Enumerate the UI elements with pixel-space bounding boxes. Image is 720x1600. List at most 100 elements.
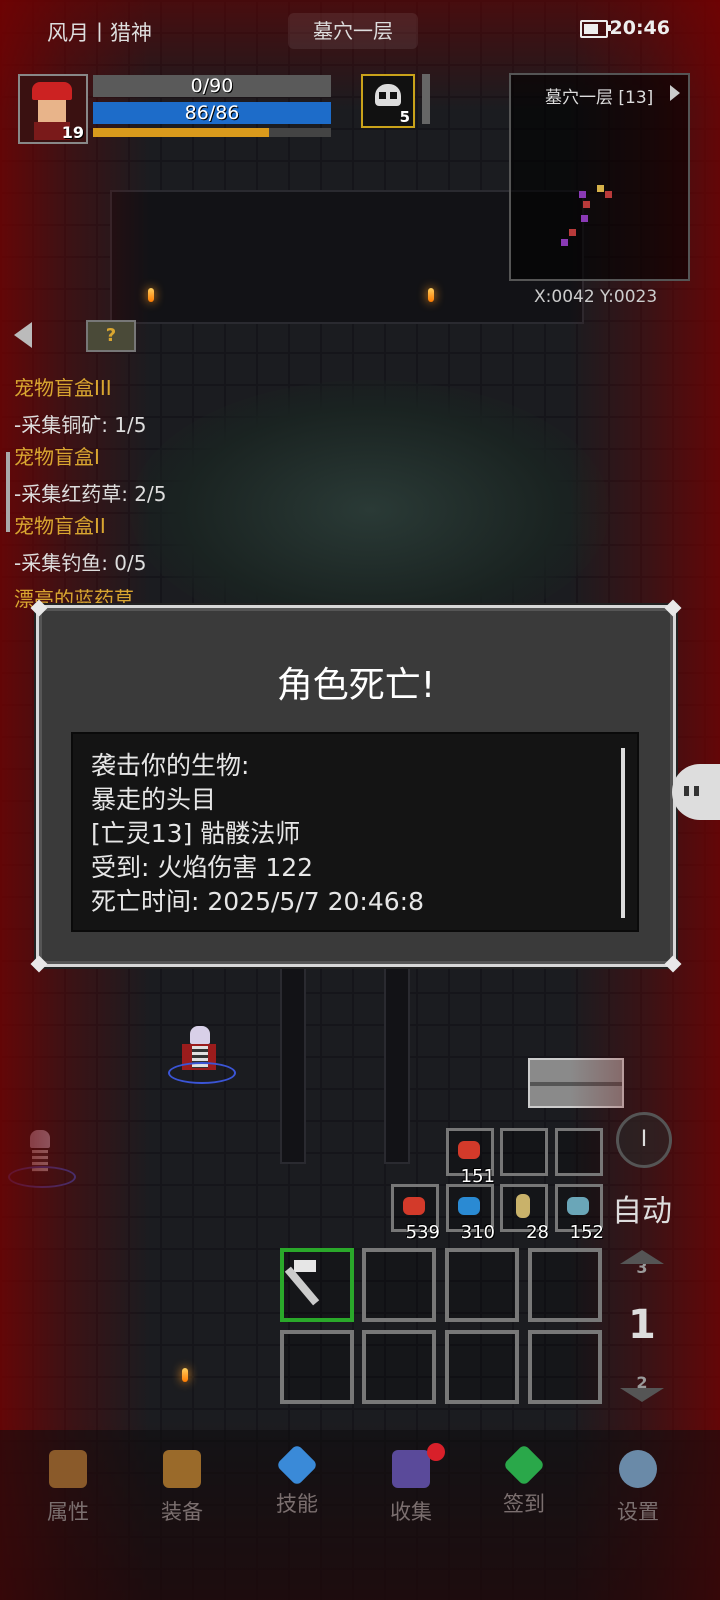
refresh-button[interactable]: I (616, 1112, 672, 1168)
minimap-title: 墓穴一层 [13] (545, 88, 654, 108)
quest-scrollbar[interactable] (6, 452, 10, 532)
nav-label: 设置 (617, 1500, 659, 1524)
minimap[interactable]: 墓穴一层 [13] (509, 73, 690, 281)
status-bar: 风月丨猎神 墓穴一层 20:46 (0, 0, 720, 60)
skill-slot[interactable] (445, 1330, 519, 1404)
equipped-tool-slot[interactable] (280, 1248, 354, 1322)
chat-side-button[interactable] (672, 764, 720, 820)
quick-slot[interactable]: 151 (446, 1128, 495, 1187)
nav-label: 收集 (390, 1500, 432, 1524)
nav-checkin[interactable]: 签到 (484, 1443, 564, 1518)
pet-hp-bar (422, 74, 430, 124)
quest-title: 宠物盲盒I (14, 445, 100, 469)
minimap-marker (583, 201, 590, 208)
player-coords: X:0042 Y:0023 (534, 287, 658, 307)
minimap-marker (597, 185, 604, 192)
server-name: 风月丨猎神 (47, 21, 152, 45)
item-count: 152 (569, 1222, 604, 1243)
xp-bar (93, 128, 331, 137)
quick-slot[interactable]: 152 (555, 1184, 604, 1243)
nav-label: 属性 (47, 1500, 89, 1524)
notification-badge (427, 1443, 445, 1461)
battery-icon (580, 20, 611, 38)
pickaxe-icon (294, 1260, 316, 1272)
fish-icon (567, 1197, 589, 1215)
pickaxe-handle (284, 1266, 320, 1306)
auto-button[interactable]: 自动 (612, 1186, 672, 1230)
death-dialog[interactable]: 角色死亡! 袭击你的生物: 暴走的头目 [亡灵13] 骷髅法师 受到: 火焰伤害… (30, 599, 682, 973)
nav-settings[interactable]: 设置 (598, 1450, 678, 1526)
skeleton-mage-enemy[interactable] (168, 1026, 236, 1086)
item-count: 310 (460, 1222, 495, 1243)
blue-fish-icon (458, 1197, 480, 1215)
skill-slot[interactable] (362, 1248, 436, 1322)
quest-collapse-icon[interactable] (14, 322, 32, 348)
bag-icon (163, 1450, 201, 1488)
skill-slot[interactable] (445, 1248, 519, 1322)
nav-label: 签到 (503, 1492, 545, 1516)
red-meat-icon (458, 1141, 480, 1159)
dungeon-wall (384, 960, 410, 1164)
death-details[interactable]: 袭击你的生物: 暴走的头目 [亡灵13] 骷髅法师 受到: 火焰伤害 122 死… (71, 732, 639, 932)
torch (182, 1368, 188, 1382)
death-line: 暴走的头目 (91, 785, 217, 814)
nav-collection[interactable]: 收集 (371, 1450, 451, 1526)
player-avatar[interactable]: 19 (18, 74, 88, 144)
item-count: 28 (526, 1222, 549, 1243)
quest-title: 宠物盲盒III (14, 376, 112, 400)
book-icon (392, 1450, 430, 1488)
minimap-expand-icon[interactable] (670, 85, 680, 101)
nav-equipment[interactable]: 装备 (142, 1450, 222, 1526)
minimap-marker (569, 229, 576, 236)
death-details-scrollbar[interactable] (621, 748, 625, 918)
hp-bar: 86/86 (93, 102, 331, 124)
quick-slot[interactable] (555, 1128, 603, 1176)
quick-slot[interactable]: 28 (500, 1184, 549, 1243)
quick-slot[interactable] (500, 1128, 548, 1176)
red-meat-icon (403, 1197, 425, 1215)
pet-avatar[interactable]: 5 (361, 74, 415, 128)
torch (148, 288, 154, 302)
nav-label: 装备 (161, 1500, 203, 1524)
quest-list[interactable]: 宠物盲盒III -采集铜矿: 1/5 宠物盲盒I -采集红药草: 2/5 宠物盲… (14, 372, 224, 579)
minimap-marker (561, 239, 568, 246)
death-line: 受到: 火焰伤害 122 (91, 853, 314, 882)
skill-slot[interactable] (362, 1330, 436, 1404)
skill-slot[interactable] (528, 1248, 602, 1322)
crystal-icon (275, 1443, 319, 1487)
nav-attributes[interactable]: 属性 (28, 1450, 108, 1526)
skill-slot[interactable] (528, 1330, 602, 1404)
quest-help-button[interactable]: ? (86, 320, 136, 352)
location-title: 墓穴一层 (288, 13, 418, 49)
death-line: [亡灵13] 骷髅法师 (91, 819, 301, 848)
skill-slot[interactable] (280, 1330, 354, 1404)
dungeon-wall (280, 960, 306, 1164)
skull-icon (375, 84, 401, 106)
quick-slot[interactable]: 310 (446, 1184, 495, 1243)
floor-up-button[interactable]: 3 (620, 1250, 664, 1280)
skeleton-enemy[interactable] (8, 1130, 76, 1190)
death-line: 袭击你的生物: (91, 751, 250, 780)
clock: 20:46 (609, 17, 670, 39)
minimap-marker (581, 215, 588, 222)
quest-task: -采集钓鱼: 0/5 (14, 551, 147, 575)
helmet-icon (49, 1450, 87, 1488)
stone-chest[interactable] (528, 1058, 624, 1108)
quick-slot[interactable]: 539 (391, 1184, 440, 1243)
minimap-marker (579, 191, 586, 198)
quest-item[interactable]: 宠物盲盒II -采集钓鱼: 0/5 (14, 510, 224, 579)
death-title: 角色死亡! (276, 665, 436, 706)
quest-title: 宠物盲盒II (14, 514, 106, 538)
xp-fill (93, 128, 270, 137)
item-count: 539 (405, 1222, 440, 1243)
minimap-marker (605, 191, 612, 198)
bottom-nav: 属性 装备 技能 收集 签到 设置 (0, 1430, 720, 1600)
scroll-icon (516, 1194, 530, 1218)
gem-icon (502, 1443, 546, 1487)
player-level: 19 (61, 123, 84, 142)
death-line: 死亡时间: 2025/5/7 20:46:8 (91, 887, 424, 916)
quest-item[interactable]: 宠物盲盒III -采集铜矿: 1/5 (14, 372, 224, 441)
nav-skills[interactable]: 技能 (257, 1443, 337, 1518)
floor-down-button[interactable]: 2 (620, 1372, 664, 1402)
quest-item[interactable]: 宠物盲盒I -采集红药草: 2/5 (14, 441, 224, 510)
